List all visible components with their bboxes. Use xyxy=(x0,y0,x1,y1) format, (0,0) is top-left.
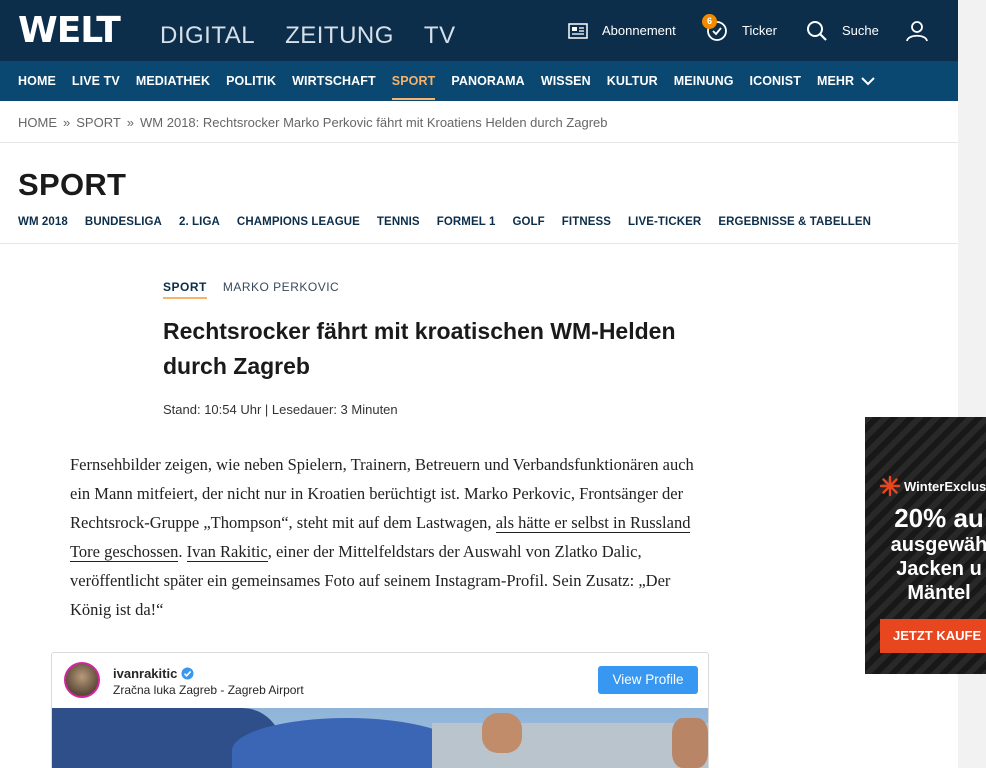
abonnement-label: Abonnement xyxy=(602,23,676,38)
subnav-item-tennis[interactable]: TENNIS xyxy=(377,216,420,228)
view-profile-button[interactable]: View Profile xyxy=(598,666,698,694)
divider xyxy=(0,142,958,143)
headline-line-1: Rechtsrocker fährt mit kroatischen WM-He… xyxy=(163,318,676,344)
paragraph-text: . xyxy=(178,542,187,561)
article-meta: Stand: 10:54 Uhr | Lesedauer: 3 Minuten xyxy=(163,402,398,417)
ad-line: Jacken u xyxy=(896,558,982,580)
nav-item-mehr[interactable]: MEHR xyxy=(817,61,875,101)
main-nav: HOME LIVE TV MEDIATHEK POLITIK WIRTSCHAF… xyxy=(0,61,958,101)
nav-item-home[interactable]: HOME xyxy=(18,61,56,101)
instagram-location[interactable]: Zračna luka Zagreb - Zagreb Airport xyxy=(113,683,304,697)
welt-logo[interactable]: WELT xyxy=(18,10,121,51)
instagram-header: ivanrakitic Zračna luka Zagreb - Zagreb … xyxy=(52,653,708,708)
subnav-item-2-liga[interactable]: 2. LIGA xyxy=(179,216,220,228)
nav-item-meinung[interactable]: MEINUNG xyxy=(674,61,734,101)
search-link[interactable]: Suche xyxy=(806,0,879,61)
section-link-digital[interactable]: DIGITAL xyxy=(160,22,255,50)
chevron-down-icon xyxy=(861,77,875,86)
article-paragraph: Fernsehbilder zeigen, wie neben Spielern… xyxy=(70,450,702,624)
ticker-link[interactable]: Ticker xyxy=(706,0,777,61)
instagram-username[interactable]: ivanrakitic xyxy=(113,666,194,681)
divider xyxy=(0,243,958,244)
article-link-rakitic[interactable]: Ivan Rakitic xyxy=(186,542,268,562)
nav-item-wirtschaft[interactable]: WIRTSCHAFT xyxy=(292,61,376,101)
article-headline: Rechtsrocker fährt mit kroatischen WM-He… xyxy=(163,314,763,384)
verified-badge-icon xyxy=(181,667,194,680)
subnav-item-fitness[interactable]: FITNESS xyxy=(562,216,611,228)
breadcrumb-separator: » xyxy=(63,115,71,130)
article-kicker: SPORT MARKO PERKOVIC xyxy=(163,280,339,299)
nav-item-sport[interactable]: SPORT xyxy=(391,61,436,101)
ad-line: 20% au xyxy=(894,503,984,533)
newspaper-icon xyxy=(568,22,588,39)
ad-line: Mäntel xyxy=(907,582,971,604)
section-title[interactable]: SPORT xyxy=(18,167,126,203)
nav-item-wissen[interactable]: WISSEN xyxy=(541,61,591,101)
instagram-photo[interactable] xyxy=(52,708,708,768)
ad-headline: 20% au ausgewäh Jacken u Mäntel xyxy=(869,503,986,605)
section-link-zeitung[interactable]: ZEITUNG xyxy=(285,22,394,50)
kicker-topic-link[interactable]: MARKO PERKOVIC xyxy=(223,280,339,299)
subnav-item-live-ticker[interactable]: LIVE-TICKER xyxy=(628,216,701,228)
search-icon xyxy=(807,20,827,41)
snowflake-icon xyxy=(879,475,901,497)
subnav-item-golf[interactable]: GOLF xyxy=(512,216,544,228)
photo-shape xyxy=(672,718,708,768)
subnav-item-formel-1[interactable]: FORMEL 1 xyxy=(437,216,496,228)
nav-item-kultur[interactable]: KULTUR xyxy=(607,61,658,101)
subnav-item-wm-2018[interactable]: WM 2018 xyxy=(18,216,68,228)
breadcrumb-separator: » xyxy=(126,115,135,130)
nav-item-politik[interactable]: POLITIK xyxy=(226,61,276,101)
nav-item-live-tv[interactable]: LIVE TV xyxy=(72,61,120,101)
photo-shape xyxy=(482,713,522,753)
top-header: WELT DIGITAL ZEITUNG TV Abonnement Ticke… xyxy=(0,0,958,61)
username-label: ivanrakitic xyxy=(113,666,178,681)
search-label: Suche xyxy=(842,23,879,38)
avatar[interactable] xyxy=(64,662,100,698)
ad-brand-label: WinterExclus xyxy=(904,478,986,494)
breadcrumb-home[interactable]: HOME xyxy=(18,115,57,130)
nav-item-mediathek[interactable]: MEDIATHEK xyxy=(136,61,210,101)
abonnement-link[interactable]: Abonnement xyxy=(568,0,676,61)
breadcrumb-current: WM 2018: Rechtsrocker Marko Perkovic fäh… xyxy=(140,115,608,130)
user-icon xyxy=(906,20,928,41)
kicker-section-link[interactable]: SPORT xyxy=(163,280,207,299)
photo-shape xyxy=(432,723,708,768)
instagram-embed: ivanrakitic Zračna luka Zagreb - Zagreb … xyxy=(51,652,709,768)
subnav-item-bundesliga[interactable]: BUNDESLIGA xyxy=(85,216,162,228)
section-subnav: WM 2018 BUNDESLIGA 2. LIGA CHAMPIONS LEA… xyxy=(18,216,888,228)
nav-item-panorama[interactable]: PANORAMA xyxy=(451,61,524,101)
subnav-item-champions-league[interactable]: CHAMPIONS LEAGUE xyxy=(237,216,360,228)
section-link-tv[interactable]: TV xyxy=(424,22,456,50)
ad-cta-button[interactable]: JETZT KAUFE xyxy=(880,619,986,653)
ad-line: ausgewäh xyxy=(890,534,986,556)
breadcrumb: HOME » SPORT » WM 2018: Rechtsrocker Mar… xyxy=(18,115,608,130)
advertisement-banner[interactable]: WinterExclus 20% au ausgewäh Jacken u Mä… xyxy=(865,417,986,674)
subnav-item-ergebnisse-tabellen[interactable]: ERGEBNISSE & TABELLEN xyxy=(718,216,871,228)
ad-brand: WinterExclus xyxy=(879,475,986,497)
breadcrumb-sport[interactable]: SPORT xyxy=(76,115,121,130)
ticker-badge: 6 xyxy=(702,14,717,29)
ticker-label: Ticker xyxy=(742,23,777,38)
user-account-button[interactable] xyxy=(905,0,943,61)
section-links: DIGITAL ZEITUNG TV xyxy=(160,22,486,50)
nav-item-mehr-label: MEHR xyxy=(816,74,855,88)
headline-line-2: durch Zagreb xyxy=(163,353,310,379)
nav-item-iconist[interactable]: ICONIST xyxy=(750,61,801,101)
